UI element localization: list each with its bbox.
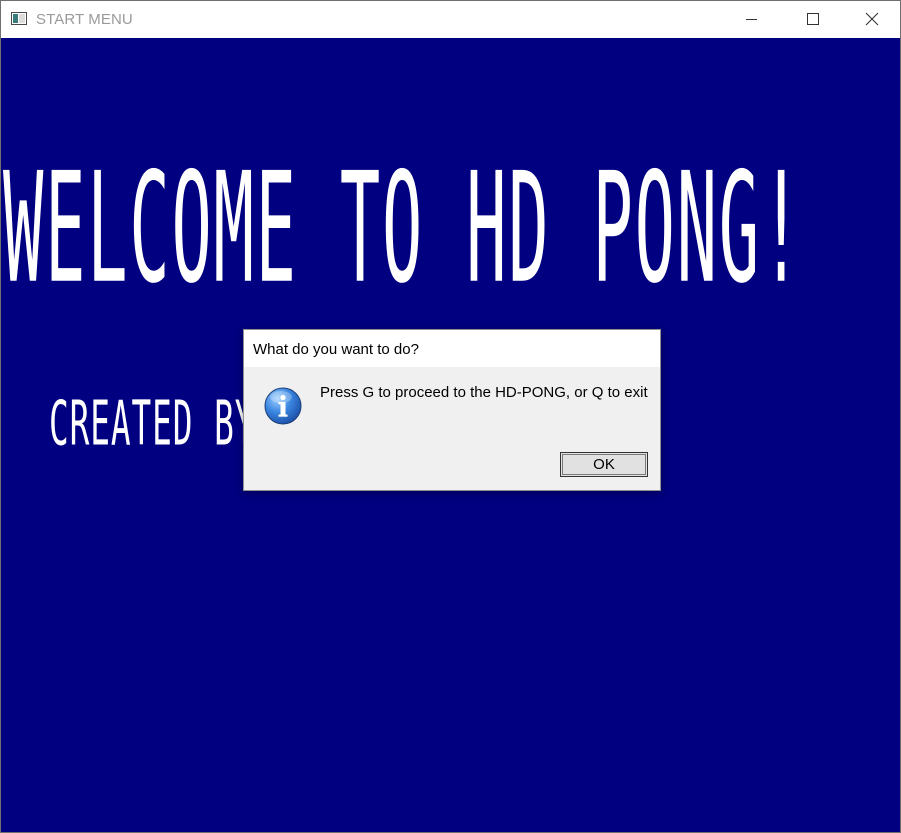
ok-button[interactable]: OK [560,452,648,477]
dialog-titlebar[interactable]: What do you want to do? [244,330,660,367]
minimize-button[interactable] [728,1,774,38]
app-window-icon [11,12,27,25]
welcome-headline: WELCOME TO HD PONG! [3,142,804,318]
window-title: START MENU [36,11,133,28]
dialog-title: What do you want to do? [253,341,419,358]
dialog-message: Press G to proceed to the HD-PONG, or Q … [320,384,648,401]
message-dialog: What do you want to do? Press G to proce… [243,329,661,491]
app-window: START MENU WELCOME TO HD PONG! CREATED B… [0,0,901,833]
close-button[interactable] [849,1,895,38]
window-titlebar[interactable]: START MENU [1,1,900,38]
maximize-button[interactable] [790,1,836,38]
info-icon [263,386,303,426]
